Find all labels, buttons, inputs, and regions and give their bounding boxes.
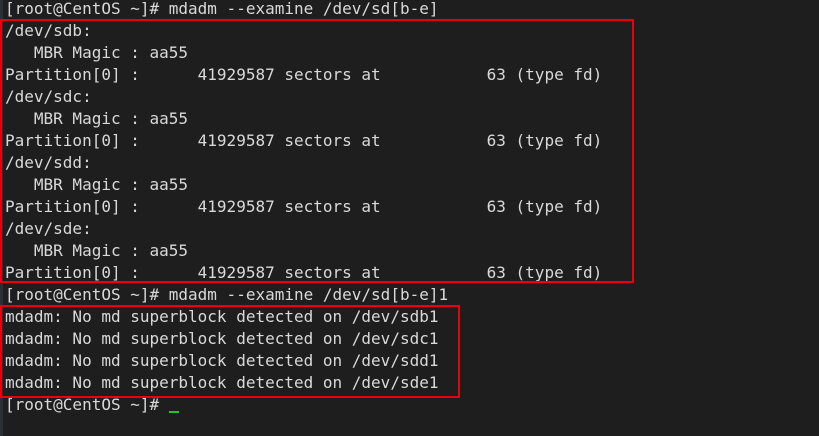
highlight-box-examine-output: [0, 19, 634, 283]
command-line: [root@CentOS ~]# mdadm --examine /dev/sd…: [5, 0, 439, 18]
command-line: [root@CentOS ~]# mdadm --examine /dev/sd…: [5, 285, 449, 304]
cursor: [168, 411, 179, 413]
highlight-box-superblock-output: [0, 305, 460, 398]
